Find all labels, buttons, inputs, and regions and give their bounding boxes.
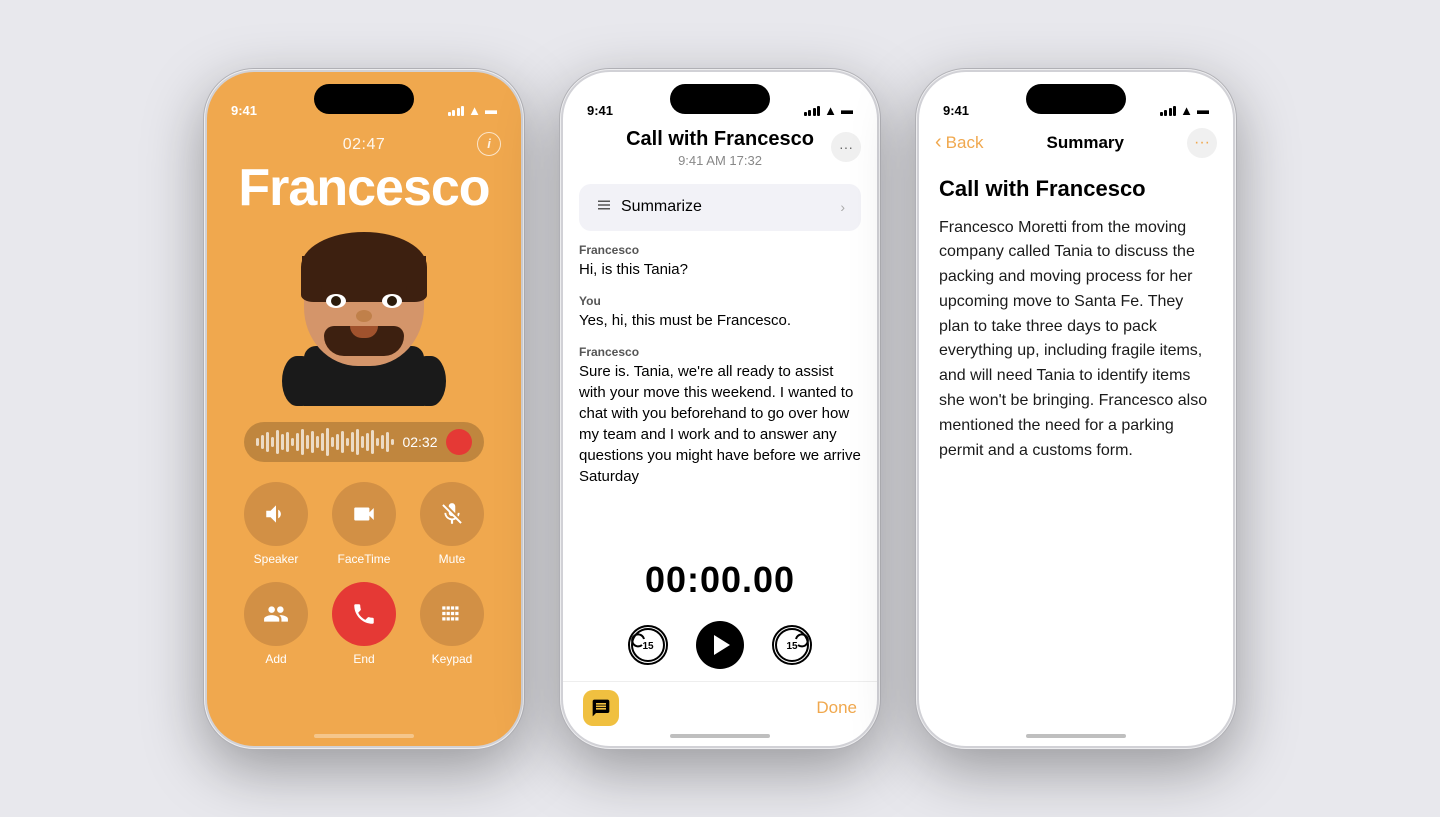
msg-text-1: Yes, hi, this must be Francesco. [579,310,861,331]
wifi-icon-1: ▲ [468,103,481,118]
speaker-icon [263,501,289,527]
wifi-icon-2: ▲ [824,103,837,118]
msg-text-2: Sure is. Tania, we're all ready to assis… [579,361,861,487]
recording-timer: 02:32 [402,434,437,450]
msg-text-0: Hi, is this Tania? [579,259,861,280]
msg-sender-0: Francesco [579,243,861,257]
transcript-subtitle: 9:41 AM 17:32 [583,153,857,168]
transcript-more-button[interactable]: ··· [831,132,861,162]
avatar [274,226,454,406]
caller-name: Francesco [238,158,489,218]
signal-bars-2 [804,104,821,116]
add-icon [263,601,289,627]
dynamic-island-3 [1026,84,1126,114]
back-label: Back [946,133,984,153]
signal-bars-1 [448,104,465,116]
phone-3-frame: 9:41 ▲ ▬ ‹ Back Summary [916,69,1236,749]
chat-icon [591,698,611,718]
home-indicator-2 [670,734,770,738]
msg-sender-2: Francesco [579,345,861,359]
status-icons-1: ▲ ▬ [448,103,497,118]
battery-icon-3: ▬ [1197,103,1209,117]
facetime-button[interactable]: FaceTime [328,482,400,566]
add-label: Add [265,652,286,666]
wifi-icon-3: ▲ [1180,103,1193,118]
summarize-chevron-icon: › [840,199,845,215]
svg-text:15: 15 [786,641,798,652]
phone-1-frame: 9:41 ▲ ▬ i 02:47 Francesco [204,69,524,749]
more-dots-icon: ··· [1194,134,1210,152]
battery-icon-1: ▬ [485,103,497,117]
home-indicator-3 [1026,734,1126,738]
home-indicator-1 [314,734,414,738]
speaker-button[interactable]: Speaker [240,482,312,566]
status-time-3: 9:41 [943,103,969,118]
summary-text: Francesco Moretti from the moving compan… [939,216,1213,464]
speaker-label: Speaker [254,552,299,566]
summary-more-button[interactable]: ··· [1187,128,1217,158]
call-timer: 02:47 [343,136,386,154]
add-button[interactable]: Add [240,582,312,666]
facetime-icon [351,501,377,527]
msg-sender-1: You [579,294,861,308]
play-button[interactable] [696,621,744,669]
transcript-title: Call with Francesco [583,128,857,151]
playback-time: 00:00.00 [563,559,877,601]
skip-forward-button[interactable]: 15 [772,625,812,665]
done-button[interactable]: Done [816,698,857,718]
summary-screen: 9:41 ▲ ▬ ‹ Back Summary [919,72,1233,746]
phone-2-frame: 9:41 ▲ ▬ Call with Francesco 9:41 AM 17:… [560,69,880,749]
battery-icon-2: ▬ [841,103,853,117]
back-button[interactable]: ‹ Back [935,131,983,154]
dynamic-island-1 [314,84,414,114]
status-icons-2: ▲ ▬ [804,103,853,118]
transcript-body: Francesco Hi, is this Tania? You Yes, hi… [563,243,877,539]
memoji-graphic [274,226,454,406]
call-screen: 9:41 ▲ ▬ i 02:47 Francesco [207,72,521,746]
svg-text:15: 15 [642,641,654,652]
call-controls-grid: Speaker FaceTime Mute [240,482,488,666]
mute-button[interactable]: Mute [416,482,488,566]
keypad-icon [439,601,465,627]
facetime-label: FaceTime [338,552,391,566]
summarize-label: Summarize [621,198,702,216]
end-call-button[interactable]: End [328,582,400,666]
summarize-icon [595,196,613,219]
playback-controls: 15 15 [563,609,877,681]
keypad-label: Keypad [432,652,473,666]
transcript-message-0: Francesco Hi, is this Tania? [579,243,861,280]
summary-body: Call with Francesco Francesco Moretti fr… [919,168,1233,746]
chat-icon-button[interactable] [583,690,619,726]
info-icon-1[interactable]: i [477,132,501,156]
recording-button[interactable] [446,429,472,455]
signal-bars-3 [1160,104,1177,116]
summary-nav-title: Summary [1046,133,1123,153]
status-time-1: 9:41 [231,103,257,118]
mute-icon [439,501,465,527]
summarize-left: Summarize [595,196,702,219]
status-icons-3: ▲ ▬ [1160,103,1209,118]
keypad-button[interactable]: Keypad [416,582,488,666]
waveform-bar: 02:32 [244,422,484,462]
waveform-visual [256,428,394,456]
play-icon [714,635,730,655]
skip-back-button[interactable]: 15 [628,625,668,665]
end-call-icon [351,601,377,627]
summary-call-title: Call with Francesco [939,176,1213,202]
playback-timer-area: 00:00.00 [563,539,877,609]
mute-label: Mute [439,552,466,566]
transcript-screen: 9:41 ▲ ▬ Call with Francesco 9:41 AM 17:… [563,72,877,746]
end-label: End [353,652,374,666]
dynamic-island-2 [670,84,770,114]
status-time-2: 9:41 [587,103,613,118]
transcript-message-1: You Yes, hi, this must be Francesco. [579,294,861,331]
summarize-row[interactable]: Summarize › [579,184,861,231]
back-chevron-icon: ‹ [935,131,942,154]
transcript-message-2: Francesco Sure is. Tania, we're all read… [579,345,861,487]
